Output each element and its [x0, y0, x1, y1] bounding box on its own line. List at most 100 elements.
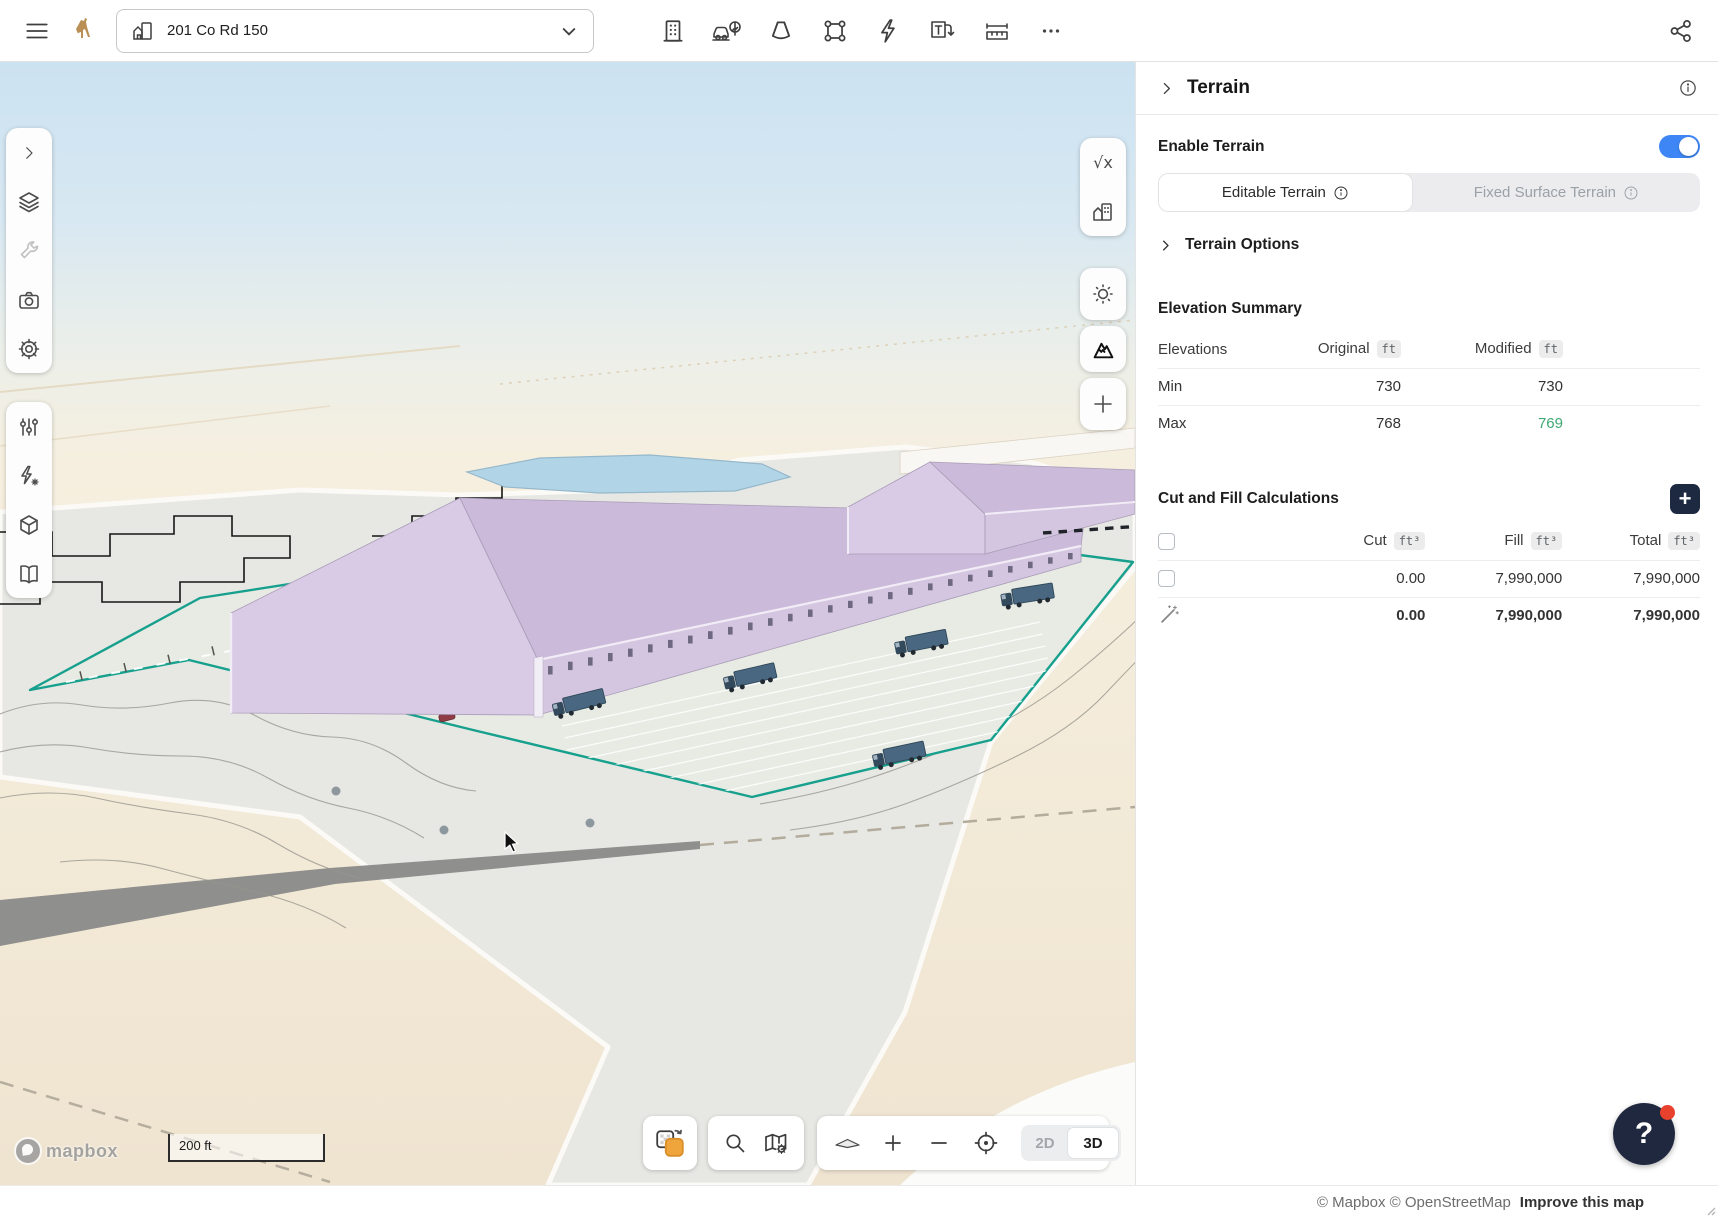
sqrt-icon: √x [1093, 153, 1113, 172]
col-modified: Modifiedft [1401, 331, 1563, 368]
more-tools-button[interactable] [1032, 12, 1070, 50]
totals-total-value: 7,990,000 [1562, 597, 1700, 634]
formula-tool-button[interactable]: √x [1080, 138, 1126, 187]
terrain-tool-button-active[interactable] [1080, 326, 1126, 372]
text-annotation-icon [929, 18, 957, 44]
resize-grip-icon[interactable] [1704, 1204, 1716, 1216]
sidebar-3d-button[interactable] [6, 500, 52, 549]
row-max-label: Max [1158, 405, 1268, 442]
view-2d-button[interactable]: 2D [1023, 1135, 1067, 1152]
map-attribution[interactable]: © Mapbox © OpenStreetMap [1317, 1194, 1511, 1211]
unit-selector-ft3[interactable]: ft³ [1394, 532, 1426, 550]
camera-icon [17, 288, 41, 312]
terrain-options-expander[interactable]: Terrain Options [1158, 236, 1700, 254]
hamburger-menu-button[interactable] [18, 12, 56, 50]
elevation-summary-heading: Elevation Summary [1158, 300, 1700, 318]
cutfill-row: 0.00 7,990,000 7,990,000 [1158, 560, 1700, 597]
mountain-icon [1091, 337, 1116, 362]
zoom-out-button[interactable] [927, 1131, 951, 1155]
help-label: ? [1635, 1117, 1653, 1151]
share-button[interactable] [1662, 12, 1700, 50]
table-row-max: Max 768 769 [1158, 405, 1700, 442]
map-style-button[interactable] [763, 1131, 789, 1155]
enable-terrain-row: Enable Terrain [1158, 135, 1700, 158]
top-toolbar: 201 Co Rd 150 [0, 0, 1718, 62]
lightning-icon [876, 18, 902, 44]
chevron-right-icon [1158, 238, 1173, 253]
select-shape-tool-button[interactable] [816, 12, 854, 50]
app-window: 201 Co Rd 150 [0, 0, 1718, 1218]
basemap-switcher[interactable] [643, 1116, 697, 1170]
map-scale-bar: 200 ft [168, 1134, 325, 1162]
info-icon [1333, 185, 1349, 201]
flash-tool-button[interactable] [870, 12, 908, 50]
unit-selector-ft3[interactable]: ft³ [1531, 532, 1563, 550]
unit-selector-ft3[interactable]: ft³ [1668, 532, 1700, 550]
sliders-icon [17, 415, 41, 439]
sidebar-settings-button[interactable] [6, 324, 52, 373]
buildings-layer-button[interactable] [1080, 187, 1126, 236]
unit-selector-ft[interactable]: ft [1377, 340, 1401, 358]
sidebar-filters-button[interactable] [6, 402, 52, 451]
sidebar-fix-button[interactable] [6, 226, 52, 275]
sun-icon [1091, 282, 1115, 306]
chevron-right-icon [20, 144, 38, 162]
terrain-panel: Terrain Enable Terrain Editable Terrain [1135, 62, 1718, 1185]
building-icon [1091, 200, 1115, 224]
tab-editable-terrain[interactable]: Editable Terrain [1158, 173, 1413, 212]
ruler-icon [983, 18, 1011, 44]
help-button[interactable]: ? [1613, 1103, 1675, 1165]
sidebar-layers-button[interactable] [6, 177, 52, 226]
map-canvas[interactable]: √x [0, 62, 1135, 1185]
mapbox-logo[interactable]: mapbox [16, 1139, 118, 1163]
totals-cut-value: 0.00 [1198, 597, 1425, 634]
project-selector-dropdown[interactable]: 201 Co Rd 150 [116, 9, 594, 53]
right-toolbar-card-2 [1080, 268, 1126, 320]
info-icon[interactable] [1678, 78, 1698, 98]
view-3d-button[interactable]: 3D [1067, 1127, 1119, 1159]
right-toolbar-card-terrain [1080, 326, 1126, 372]
left-sidebar-card-bottom [6, 402, 52, 598]
improve-map-link[interactable]: Improve this map [1520, 1194, 1644, 1211]
enable-terrain-toggle[interactable] [1659, 135, 1700, 158]
tab-editable-label: Editable Terrain [1222, 184, 1326, 201]
add-layer-button[interactable] [1080, 378, 1126, 430]
workspace: √x [0, 62, 1718, 1185]
enable-terrain-label: Enable Terrain [1158, 138, 1265, 156]
info-icon [1623, 185, 1639, 201]
tab-fixed-surface-terrain[interactable]: Fixed Surface Terrain [1413, 173, 1700, 212]
sidebar-expand-button[interactable] [6, 128, 52, 177]
panel-title: Terrain [1187, 77, 1678, 99]
panel-header: Terrain [1136, 62, 1718, 115]
measure-tool-button[interactable] [978, 12, 1016, 50]
cutfill-totals-row: 0.00 7,990,000 7,990,000 [1158, 597, 1700, 634]
target-icon [973, 1130, 999, 1156]
map-search-button[interactable] [723, 1131, 747, 1155]
magic-wand-icon[interactable] [1158, 603, 1180, 625]
lightning-settings-icon [17, 464, 41, 488]
zoom-in-button[interactable] [881, 1131, 905, 1155]
sidebar-library-button[interactable] [6, 549, 52, 598]
left-sidebar-card-top [6, 128, 52, 373]
terrain-mode-tabs: Editable Terrain Fixed Surface Terrain [1158, 173, 1700, 212]
annotation-tool-button[interactable] [924, 12, 962, 50]
sidebar-automations-button[interactable] [6, 451, 52, 500]
sidebar-snapshot-button[interactable] [6, 275, 52, 324]
solids-tool-button[interactable] [762, 12, 800, 50]
plus-icon [1091, 392, 1115, 416]
row-total-value: 7,990,000 [1562, 560, 1700, 597]
unit-selector-ft[interactable]: ft [1539, 340, 1563, 358]
add-cutfill-button[interactable]: + [1670, 484, 1700, 514]
compass-pitch-button[interactable] [833, 1135, 861, 1151]
sun-shadow-button[interactable] [1080, 268, 1126, 320]
select-all-checkbox[interactable] [1158, 533, 1175, 550]
row-checkbox[interactable] [1158, 570, 1175, 587]
locate-button[interactable] [973, 1130, 999, 1156]
compass-needle-icon [833, 1135, 861, 1151]
col-elevations: Elevations [1158, 331, 1268, 368]
map-scene-3d[interactable] [0, 62, 1135, 1185]
buildings-tool-button[interactable] [654, 12, 692, 50]
mobility-tool-button[interactable] [708, 12, 746, 50]
collapse-panel-chevron-icon[interactable] [1158, 80, 1175, 97]
layers-icon [17, 190, 41, 214]
